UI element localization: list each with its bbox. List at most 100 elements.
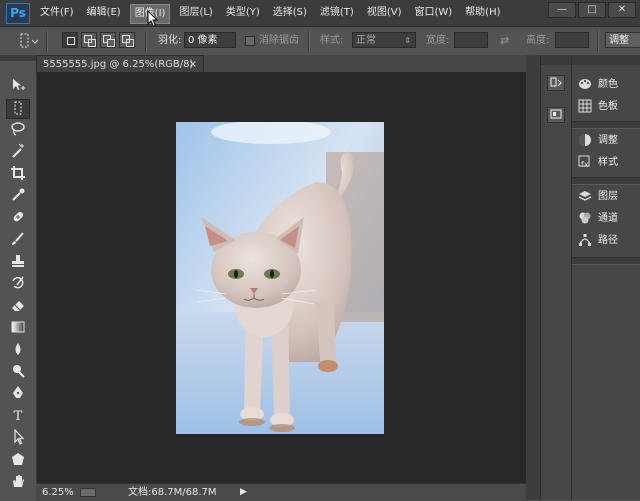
panel-group-separator: [572, 121, 640, 129]
eraser-tool-icon[interactable]: [6, 297, 30, 317]
document-image-cat-photo[interactable]: [176, 122, 384, 434]
separator: [145, 31, 147, 51]
color-palette-icon: [579, 79, 591, 89]
svg-text:fx: fx: [581, 160, 589, 169]
panel-color-label: 颜色: [598, 79, 618, 90]
zoom-level[interactable]: 6.25%: [42, 484, 74, 501]
document-tab-title: 5555555.jpg @ 6.25%(RGB/8): [43, 59, 194, 70]
style-select[interactable]: 正常 ⇕: [352, 32, 416, 48]
panel-color[interactable]: 颜色: [578, 75, 640, 95]
path-selection-tool-icon[interactable]: [6, 428, 30, 449]
photoshop-logo: Ps: [6, 3, 30, 24]
width-label: 宽度:: [426, 35, 450, 46]
panel-paths-label: 路径: [598, 235, 618, 246]
layers-icon: [578, 191, 592, 201]
separator: [308, 31, 310, 51]
hand-tool-icon[interactable]: [6, 473, 30, 493]
status-info-icon[interactable]: [80, 488, 96, 497]
type-tool-icon[interactable]: T: [6, 407, 30, 427]
width-input[interactable]: [454, 32, 488, 48]
panel-swatches[interactable]: 色板: [578, 97, 640, 117]
move-tool-icon[interactable]: [6, 77, 30, 97]
swap-dimensions-icon[interactable]: ⇄: [500, 32, 509, 50]
panel-layers-label: 图层: [598, 191, 618, 202]
menu-view[interactable]: 视图(V): [363, 0, 406, 26]
brush-tool-icon[interactable]: [6, 231, 30, 251]
panel-group-separator: [572, 177, 640, 185]
chevron-down-icon: ⇕: [404, 36, 411, 45]
menu-file[interactable]: 文件(F): [36, 0, 78, 26]
refine-edge-button[interactable]: 调整: [605, 32, 640, 48]
separator: [597, 31, 599, 51]
shape-tool-icon[interactable]: [6, 451, 30, 471]
panel-adjustments-label: 调整: [598, 135, 618, 146]
maximize-button[interactable]: □: [578, 2, 606, 18]
subtract-selection-button[interactable]: [100, 32, 116, 48]
panel-channels[interactable]: 通道: [578, 209, 640, 229]
styles-fx-icon: fx: [578, 155, 590, 169]
tools-panel: T: [0, 55, 37, 500]
antialias-checkbox[interactable]: [245, 36, 255, 46]
collapsed-panel-dock: [540, 55, 572, 500]
magic-wand-tool-icon[interactable]: [6, 143, 30, 163]
height-label: 高度:: [526, 35, 550, 46]
healing-brush-tool-icon[interactable]: [6, 209, 30, 229]
dock-header: [541, 55, 571, 65]
menu-type[interactable]: 类型(Y): [222, 0, 264, 26]
document-size-info: 文档:68.7M/68.7M: [128, 487, 217, 498]
feather-label: 羽化:: [158, 35, 182, 46]
panel-adjustments[interactable]: 调整: [578, 131, 640, 151]
lasso-tool-icon[interactable]: [6, 121, 30, 141]
document-tab[interactable]: 5555555.jpg @ 6.25%(RGB/8) ×: [36, 55, 204, 72]
panel-swatches-label: 色板: [598, 101, 618, 112]
panel-group-separator: [572, 257, 640, 265]
menu-select[interactable]: 选择(S): [269, 0, 311, 26]
tools-panel-header: [0, 55, 36, 61]
menu-window[interactable]: 窗口(W): [410, 0, 456, 26]
panels-dock: 颜色 色板 调整 fx 样式 图层 通道 路径: [572, 55, 640, 500]
feather-input[interactable]: 0 像素: [184, 32, 236, 48]
properties-panel-icon[interactable]: [547, 107, 565, 123]
menu-bar: Ps 文件(F) 编辑(E) 图像(I) 图层(L) 类型(Y) 选择(S) 滤…: [0, 0, 640, 28]
window-controls: — □ ✕: [546, 2, 636, 18]
style-label: 样式:: [320, 35, 344, 46]
menu-help[interactable]: 帮助(H): [461, 0, 504, 26]
menu-layer[interactable]: 图层(L): [175, 0, 216, 26]
panel-styles[interactable]: fx 样式: [578, 153, 640, 173]
menu-edit[interactable]: 编辑(E): [83, 0, 125, 26]
history-panel-icon[interactable]: [547, 75, 565, 91]
pen-tool-icon[interactable]: [6, 385, 30, 405]
panel-layers[interactable]: 图层: [578, 187, 640, 207]
add-to-selection-button[interactable]: [81, 32, 97, 48]
close-button[interactable]: ✕: [608, 2, 636, 18]
options-bar: 羽化: 0 像素 消除锯齿 样式: 正常 ⇕ 宽度: ⇄ 高度: 调整: [0, 26, 640, 56]
adjustments-icon: [579, 134, 591, 146]
blur-tool-icon[interactable]: [6, 341, 30, 361]
dodge-tool-icon[interactable]: [6, 363, 30, 383]
eyedropper-tool-icon[interactable]: [6, 187, 30, 207]
paths-icon: [579, 234, 591, 246]
swatches-grid-icon: [578, 99, 592, 113]
menu-filter[interactable]: 滤镜(T): [316, 0, 358, 26]
minimize-button[interactable]: —: [548, 2, 576, 18]
channels-icon: [579, 212, 591, 224]
height-input[interactable]: [555, 32, 589, 48]
status-menu-arrow-icon[interactable]: ▶: [240, 484, 247, 501]
new-selection-button[interactable]: [62, 32, 78, 48]
history-brush-tool-icon[interactable]: [6, 275, 30, 295]
antialias-label: 消除锯齿: [259, 35, 299, 46]
marquee-tool-preset-icon[interactable]: [18, 32, 42, 50]
crop-tool-icon[interactable]: [6, 165, 30, 185]
close-tab-icon[interactable]: ×: [189, 56, 197, 73]
rectangular-marquee-tool-icon[interactable]: [6, 99, 30, 119]
gradient-tool-icon[interactable]: [6, 319, 30, 339]
clone-stamp-tool-icon[interactable]: [6, 253, 30, 273]
menu-list: 文件(F) 编辑(E) 图像(I) 图层(L) 类型(Y) 选择(S) 滤镜(T…: [36, 0, 510, 26]
panel-channels-label: 通道: [598, 213, 618, 224]
intersect-selection-button[interactable]: [119, 32, 135, 48]
panel-gap: [526, 55, 540, 500]
panels-dock-header: [572, 55, 640, 65]
panel-paths[interactable]: 路径: [578, 231, 640, 251]
canvas-workspace[interactable]: [37, 72, 526, 483]
status-bar: 6.25% 文档:68.7M/68.7M ▶: [36, 483, 528, 501]
